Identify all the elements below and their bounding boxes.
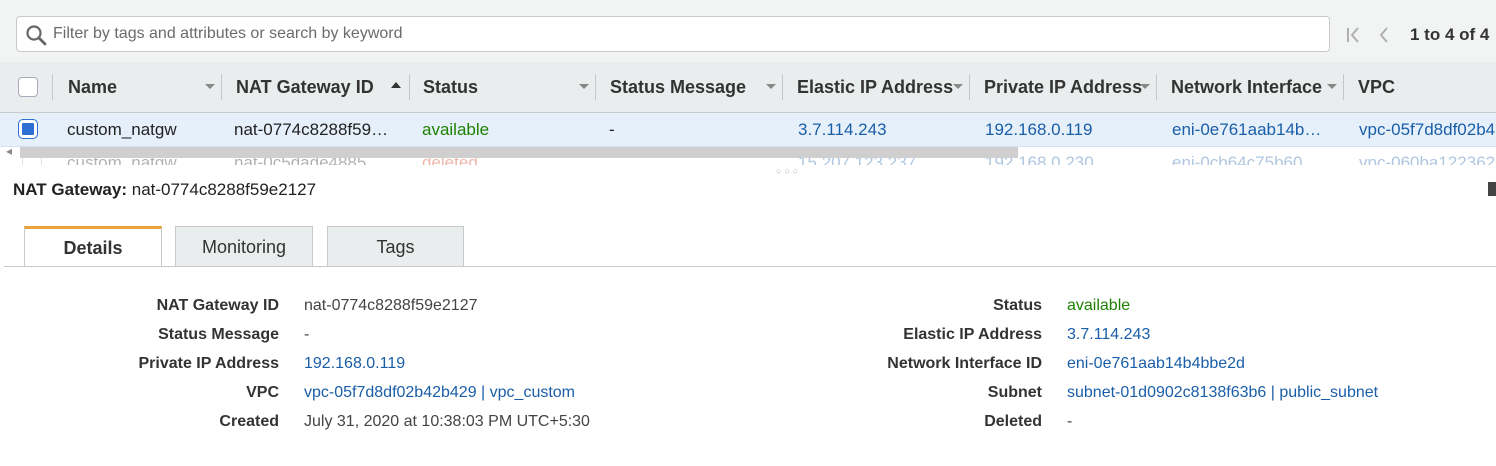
detail-pane-title: NAT Gateway: nat-0774c8288f59e2127 [13, 180, 316, 200]
label-network-interface-id: Network Interface ID [887, 355, 1042, 372]
column-header-status[interactable]: Status [423, 62, 478, 112]
value-created: July 31, 2020 at 10:38:03 PM UTC+5:30 [304, 413, 590, 430]
sort-down-icon[interactable] [766, 84, 776, 89]
value-elastic-ip[interactable]: 3.7.114.243 [1067, 326, 1150, 344]
label-private-ip: Private IP Address [138, 355, 279, 372]
label-vpc: VPC [246, 384, 279, 401]
column-header-elastic-ip[interactable]: Elastic IP Address [797, 62, 953, 112]
column-divider [52, 74, 53, 100]
pagination-text: 1 to 4 of 4 [1410, 25, 1490, 44]
label-status: Status [993, 297, 1042, 314]
sort-down-icon[interactable] [205, 84, 215, 89]
sort-down-icon[interactable] [1327, 84, 1337, 89]
cell-name: custom_natgw [67, 120, 177, 139]
search-input[interactable] [53, 17, 1313, 51]
row-checkbox[interactable] [18, 119, 38, 139]
label-status-message: Status Message [158, 326, 279, 343]
column-divider [409, 74, 410, 100]
label-elastic-ip: Elastic IP Address [903, 326, 1042, 343]
column-header-nat-gateway-id[interactable]: NAT Gateway ID [236, 62, 374, 112]
value-nat-gateway-id: nat-0774c8288f59e2127 [304, 297, 478, 314]
search-box[interactable] [16, 16, 1330, 52]
tab-tags[interactable]: Tags [327, 226, 464, 266]
cell-status-message: - [609, 120, 615, 139]
label-nat-gateway-id: NAT Gateway ID [156, 297, 279, 314]
sort-up-icon[interactable] [391, 82, 401, 88]
panel-toggle-icon[interactable] [1488, 182, 1496, 196]
value-subnet[interactable]: subnet-01d0902c8138f63b6 | public_subnet [1067, 384, 1378, 402]
sort-down-icon[interactable] [953, 84, 963, 89]
cell-vpc[interactable]: vpc-05f7d8df02b4 [1359, 120, 1495, 140]
value-private-ip[interactable]: 192.168.0.119 [304, 355, 405, 373]
table-row[interactable]: custom_natgw nat-0774c8288f59… available… [0, 113, 1496, 147]
scroll-left-icon[interactable]: ◂ [6, 144, 12, 158]
value-network-interface-id[interactable]: eni-0e761aab14b4bbe2d [1067, 355, 1245, 373]
sort-down-icon[interactable] [1140, 84, 1150, 89]
value-vpc[interactable]: vpc-05f7d8df02b42b429 | vpc_custom [304, 384, 575, 402]
column-divider [969, 74, 970, 100]
first-page-icon[interactable] [1345, 24, 1363, 46]
table-header: Name NAT Gateway ID Status Status Messag… [0, 62, 1496, 113]
resize-grip-icon[interactable]: ○○○ [776, 166, 801, 176]
value-status: available [1067, 297, 1131, 314]
horizontal-scrollbar[interactable]: ◂ [0, 144, 1496, 162]
tabs-divider [4, 266, 1496, 267]
cell-private-ip[interactable]: 192.168.0.119 [985, 120, 1092, 140]
column-header-private-ip[interactable]: Private IP Address [984, 62, 1142, 112]
column-header-vpc[interactable]: VPC [1358, 62, 1395, 112]
cell-elastic-ip[interactable]: 3.7.114.243 [798, 120, 887, 140]
column-divider [1156, 74, 1157, 100]
column-header-status-message[interactable]: Status Message [610, 62, 746, 112]
tab-details[interactable]: Details [24, 226, 162, 267]
detail-title-value: nat-0774c8288f59e2127 [131, 180, 317, 199]
value-deleted: - [1067, 413, 1073, 430]
label-created: Created [219, 413, 279, 430]
filter-bar: 1 to 4 of 4 [0, 0, 1496, 63]
sort-down-icon[interactable] [579, 84, 589, 89]
column-divider [221, 74, 222, 100]
tab-monitoring[interactable]: Monitoring [175, 226, 313, 266]
column-divider [595, 74, 596, 100]
select-all-checkbox[interactable] [18, 77, 38, 97]
prev-page-icon[interactable] [1375, 24, 1393, 46]
column-header-name[interactable]: Name [68, 62, 117, 112]
column-header-network-interface[interactable]: Network Interface [1171, 62, 1322, 112]
label-deleted: Deleted [984, 413, 1042, 430]
label-subnet: Subnet [987, 384, 1042, 401]
column-divider [1343, 74, 1344, 100]
value-status-message: - [304, 326, 310, 343]
cell-status: available [422, 120, 490, 139]
column-divider [782, 74, 783, 100]
cell-network-interface[interactable]: eni-0e761aab14b… [1172, 120, 1321, 140]
scrollbar-thumb[interactable] [20, 147, 1018, 158]
search-icon [26, 25, 47, 46]
cell-nat-gateway-id: nat-0774c8288f59… [234, 120, 389, 139]
detail-title-label: NAT Gateway: [13, 180, 127, 199]
